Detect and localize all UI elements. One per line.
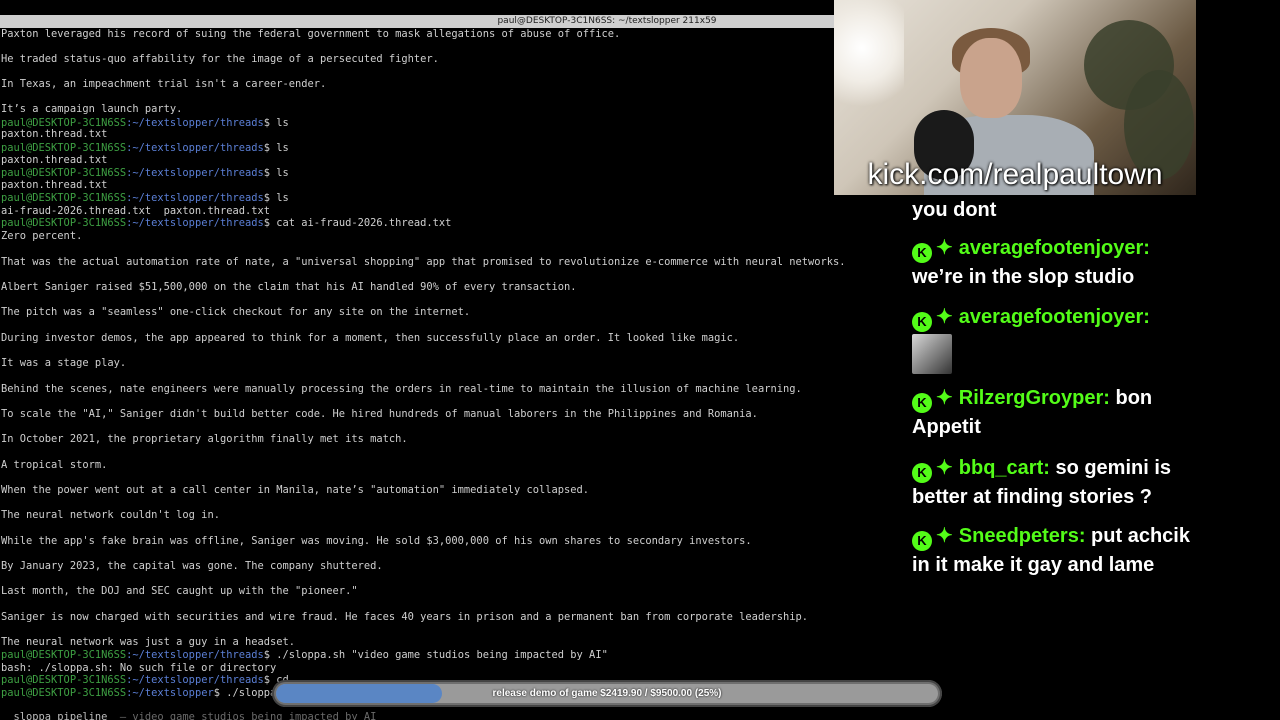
prompt-path: :~/textslopper/threads	[126, 217, 264, 229]
terminal-output-line: The neural network couldn't log in.	[1, 509, 220, 521]
terminal-output-line: Zero percent.	[1, 230, 83, 242]
chat-username: Sneedpeters:	[958, 525, 1086, 547]
chat-message: K ✦ averagefootenjoyer:	[912, 303, 1192, 374]
terminal-output[interactable]: Paxton leveraged his record of suing the…	[0, 28, 870, 720]
chat-username: averagefootenjoyer:	[958, 306, 1150, 328]
chat-username: RilzergGroyper:	[958, 387, 1110, 409]
kick-icon: K	[912, 243, 932, 263]
pipeline-status-line: sloppa_pipeline — video game studios bei…	[1, 711, 377, 720]
prompt-command: $ ls	[263, 192, 289, 204]
streamer-head	[960, 38, 1022, 118]
chat-message: K ✦ bbq_cart: so gemini is better at findi…	[912, 454, 1192, 512]
chat-message: K ✦ Sneedpeters: put achcik in it make it …	[912, 522, 1192, 580]
terminal-output-line: To scale the "AI," Saniger didn't build …	[1, 408, 758, 420]
prompt-user: paul@DESKTOP-3C1N6SS	[1, 687, 127, 699]
prompt-command: $ ./sloppa	[213, 687, 277, 699]
sparkle-icon: ✦	[936, 306, 953, 328]
terminal-output-line: In October 2021, the proprietary algorit…	[1, 433, 408, 445]
goal-label: release demo of game $2419.90 / $9500.00…	[492, 688, 722, 699]
terminal-output-line: paxton.thread.txt	[1, 179, 108, 191]
terminal-output-line: He traded status-quo affability for the …	[1, 53, 439, 65]
prompt-command: $ cat ai-fraud-2026.thread.txt	[263, 217, 452, 229]
prompt-path: :~/textslopper	[126, 687, 214, 699]
terminal-output-line: In Texas, an impeachment trial isn't a c…	[1, 78, 327, 90]
kick-icon: K	[912, 393, 932, 413]
prompt-user: paul@DESKTOP-3C1N6SS	[1, 167, 127, 179]
terminal-output-line: Saniger is now charged with securities a…	[1, 611, 808, 623]
prompt-user: paul@DESKTOP-3C1N6SS	[1, 217, 127, 229]
terminal-prompt-line: paul@DESKTOP-3C1N6SS:~/textslopper/threa…	[1, 192, 289, 205]
prompt-command: $ ./sloppa.sh "video game studios being …	[263, 649, 608, 661]
terminal-output-line: paxton.thread.txt	[1, 128, 108, 140]
prompt-user: paul@DESKTOP-3C1N6SS	[1, 649, 127, 661]
terminal-output-line: A tropical storm.	[1, 459, 108, 471]
prompt-command: $ ls	[263, 167, 289, 179]
chat-text: we’re in the slop studio	[912, 266, 1135, 288]
terminal-output-line: Albert Saniger raised $51,500,000 on the…	[1, 281, 577, 293]
sparkle-icon: ✦	[936, 457, 953, 479]
terminal-output-line: That was the actual automation rate of n…	[1, 256, 846, 268]
terminal-output-line: When the power went out at a call center…	[1, 484, 590, 496]
sparkle-icon: ✦	[936, 525, 953, 547]
lamp-light	[834, 0, 904, 120]
terminal-titlebar: paul@DESKTOP-3C1N6SS: ~/textslopper 211x…	[0, 15, 834, 28]
chat-message: K ✦ RilzergGroyper: bon Appetit	[912, 384, 1192, 442]
terminal-prompt-line: paul@DESKTOP-3C1N6SS:~/textslopper/threa…	[1, 674, 308, 687]
prompt-path: :~/textslopper/threads	[126, 649, 264, 661]
kick-icon: K	[912, 531, 932, 551]
prompt-path: :~/textslopper/threads	[126, 192, 264, 204]
chat-overlay: you dont K ✦ averagefootenjoyer: we’re in t…	[906, 196, 1196, 616]
sparkle-icon: ✦	[936, 237, 953, 259]
terminal-output-line: Paxton leveraged his record of suing the…	[1, 28, 621, 40]
terminal-output-line: Last month, the DOJ and SEC caught up wi…	[1, 585, 358, 597]
pipeline-topic: — video game studios being impacted by A…	[107, 711, 377, 720]
chat-username: bbq_cart:	[958, 457, 1050, 479]
terminal-prompt-line: paul@DESKTOP-3C1N6SS:~/textslopper/threa…	[1, 649, 608, 662]
terminal-prompt-line: paul@DESKTOP-3C1N6SS:~/textslopper/threa…	[1, 217, 451, 230]
kick-icon: K	[912, 312, 932, 332]
terminal-prompt-line: paul@DESKTOP-3C1N6SS:~/textslopper$ ./sl…	[1, 687, 276, 700]
chat-username: averagefootenjoyer:	[958, 237, 1150, 259]
prompt-user: paul@DESKTOP-3C1N6SS	[1, 674, 127, 686]
terminal-output-line: While the app's fake brain was offline, …	[1, 535, 752, 547]
terminal-output-line: paxton.thread.txt	[1, 154, 108, 166]
sparkle-icon: ✦	[936, 387, 953, 409]
terminal-output-line: By January 2023, the capital was gone. T…	[1, 560, 383, 572]
prompt-path: :~/textslopper/threads	[126, 167, 264, 179]
prompt-path: :~/textslopper/threads	[126, 142, 264, 154]
prompt-path: :~/textslopper/threads	[126, 117, 264, 129]
prompt-command: $ ls	[263, 142, 289, 154]
terminal-output-line: The neural network was just a guy in a h…	[1, 636, 296, 648]
pipeline-name: sloppa_pipeline	[1, 711, 108, 720]
donation-goal-bar: release demo of game $2419.90 / $9500.00…	[272, 680, 942, 707]
prompt-user: paul@DESKTOP-3C1N6SS	[1, 142, 127, 154]
prompt-user: paul@DESKTOP-3C1N6SS	[1, 192, 127, 204]
prompt-command: $ ls	[263, 117, 289, 129]
chat-text: you dont	[912, 199, 997, 221]
kick-channel-url: kick.com/realpaultown	[867, 158, 1163, 191]
prompt-path: :~/textslopper/threads	[126, 674, 264, 686]
chat-emote-image	[912, 334, 952, 374]
chat-message: K ✦ averagefootenjoyer: we’re in the slop …	[912, 234, 1192, 292]
terminal-output-line: Behind the scenes, nate engineers were m…	[1, 383, 802, 395]
terminal-output-line: It was a stage play.	[1, 357, 127, 369]
terminal-output-line: The pitch was a "seamless" one-click che…	[1, 306, 471, 318]
terminal-output-line: It’s a campaign launch party.	[1, 103, 183, 115]
chat-message: you dont	[912, 196, 1192, 225]
kick-icon: K	[912, 463, 932, 483]
terminal-output-line: During investor demos, the app appeared …	[1, 332, 740, 344]
